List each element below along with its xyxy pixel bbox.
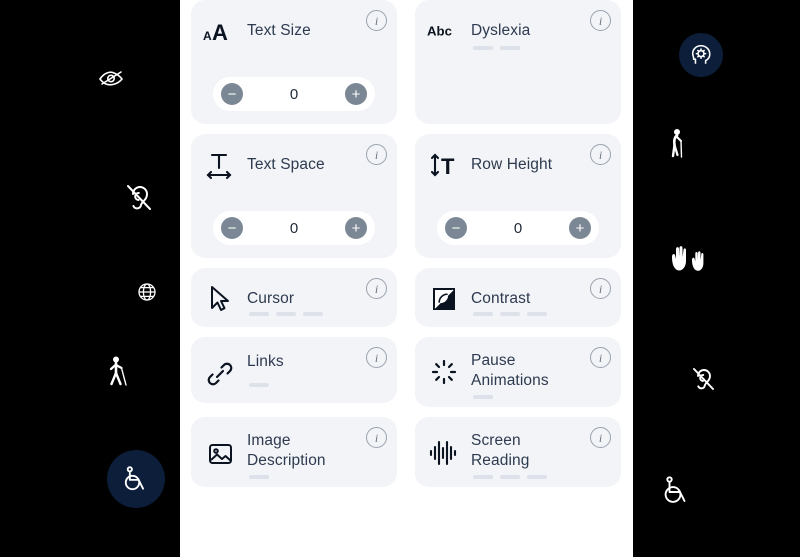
- row-height-stepper[interactable]: − 0 +: [437, 211, 599, 245]
- level-dash: [527, 312, 547, 316]
- card-cursor[interactable]: i Cursor: [191, 268, 397, 327]
- level-dash: [249, 312, 269, 316]
- blind-person-cane-icon: [103, 355, 131, 389]
- info-icon[interactable]: i: [590, 278, 611, 299]
- svg-text:A: A: [203, 29, 212, 43]
- svg-text:T: T: [441, 154, 455, 179]
- level-indicator: [249, 475, 385, 479]
- card-label: Pause Animations: [471, 352, 549, 390]
- head-gear-icon: [691, 44, 711, 64]
- card-label: Dyslexia: [471, 22, 531, 40]
- card-label: Row Height: [471, 156, 553, 174]
- info-icon[interactable]: i: [366, 278, 387, 299]
- contrast-icon: [427, 282, 461, 316]
- screen-root: i A A Text Size − 0 + i Abc Dyslexia i T…: [0, 0, 800, 557]
- level-dash: [249, 383, 269, 387]
- svg-text:Abc: Abc: [427, 24, 452, 39]
- stepper-value: 0: [513, 219, 523, 237]
- text-space-icon: [203, 148, 237, 182]
- increase-button[interactable]: +: [345, 83, 367, 105]
- level-indicator: [249, 312, 385, 316]
- level-dash: [500, 46, 520, 50]
- level-dash: [473, 475, 493, 479]
- card-label: Screen Reading: [471, 432, 530, 470]
- info-icon[interactable]: i: [590, 144, 611, 165]
- card-row-height[interactable]: i T Row Height − 0 +: [415, 134, 621, 258]
- increase-button[interactable]: +: [345, 217, 367, 239]
- svg-text:A: A: [212, 20, 228, 44]
- info-icon[interactable]: i: [366, 144, 387, 165]
- decrease-button[interactable]: −: [445, 217, 467, 239]
- level-dash: [276, 312, 296, 316]
- level-dash: [473, 312, 493, 316]
- card-contrast[interactable]: i Contrast: [415, 268, 621, 327]
- card-screen-reading[interactable]: i Screen Reading: [415, 417, 621, 487]
- level-indicator: [473, 46, 609, 50]
- text-size-stepper[interactable]: − 0 +: [213, 77, 375, 111]
- cursor-icon: [203, 282, 237, 316]
- sign-language-hands-icon: [668, 243, 714, 277]
- wheelchair-icon: [661, 473, 695, 507]
- text-size-icon: A A: [203, 14, 237, 48]
- image-icon: [203, 437, 237, 471]
- level-indicator: [473, 475, 609, 479]
- decrease-button[interactable]: −: [221, 83, 243, 105]
- level-indicator: [473, 312, 609, 316]
- card-links[interactable]: i Links: [191, 337, 397, 403]
- stepper-value: 0: [289, 85, 299, 103]
- card-header: Screen Reading: [427, 427, 609, 473]
- card-label: Text Size: [247, 22, 311, 40]
- info-icon[interactable]: i: [366, 347, 387, 368]
- ear-off-icon: [121, 178, 157, 218]
- card-text-size[interactable]: i A A Text Size − 0 +: [191, 0, 397, 124]
- level-dash: [500, 312, 520, 316]
- eye-off-icon: [96, 62, 128, 94]
- card-header: A A Text Size: [203, 10, 385, 52]
- level-indicator: [249, 383, 385, 387]
- ear-off-icon: [688, 362, 720, 396]
- level-dash: [527, 475, 547, 479]
- card-label: Contrast: [471, 290, 531, 308]
- info-icon[interactable]: i: [590, 10, 611, 31]
- card-pause-animations[interactable]: i Pause Animations: [415, 337, 621, 407]
- wheelchair-accessibility-button[interactable]: [107, 450, 165, 508]
- card-dyslexia[interactable]: i Abc Dyslexia: [415, 0, 621, 124]
- level-dash: [303, 312, 323, 316]
- level-indicator: [473, 395, 609, 399]
- wheelchair-icon: [124, 466, 144, 491]
- decrease-button[interactable]: −: [221, 217, 243, 239]
- row-height-icon: T: [427, 148, 461, 182]
- card-header: Text Space: [203, 144, 385, 186]
- card-header: Image Description: [203, 427, 385, 473]
- info-icon[interactable]: i: [590, 427, 611, 448]
- spinner-icon: [427, 355, 461, 389]
- level-dash: [500, 475, 520, 479]
- elderly-person-cane-icon: [668, 128, 692, 160]
- card-header: Pause Animations: [427, 347, 609, 393]
- card-text-space[interactable]: i Text Space − 0 +: [191, 134, 397, 258]
- level-dash: [473, 395, 493, 399]
- level-dash: [249, 475, 269, 479]
- cognitive-head-gear-button[interactable]: [679, 33, 723, 77]
- stepper-value: 0: [289, 219, 299, 237]
- info-icon[interactable]: i: [590, 347, 611, 368]
- info-icon[interactable]: i: [366, 427, 387, 448]
- link-icon: [203, 357, 237, 391]
- card-label: Links: [247, 353, 284, 370]
- card-label: Image Description: [247, 432, 326, 470]
- increase-button[interactable]: +: [569, 217, 591, 239]
- globe-icon: [137, 282, 157, 302]
- text-space-stepper[interactable]: − 0 +: [213, 211, 375, 245]
- card-label: Cursor: [247, 290, 295, 308]
- accessibility-panel: i A A Text Size − 0 + i Abc Dyslexia i T…: [180, 0, 633, 557]
- level-dash: [473, 46, 493, 50]
- card-header: T Row Height: [427, 144, 609, 186]
- abc-icon: Abc: [427, 14, 461, 48]
- card-label: Text Space: [247, 156, 325, 174]
- waveform-icon: [427, 436, 461, 470]
- card-image-description[interactable]: i Image Description: [191, 417, 397, 487]
- accessibility-options-grid: i A A Text Size − 0 + i Abc Dyslexia i T…: [180, 0, 633, 557]
- info-icon[interactable]: i: [366, 10, 387, 31]
